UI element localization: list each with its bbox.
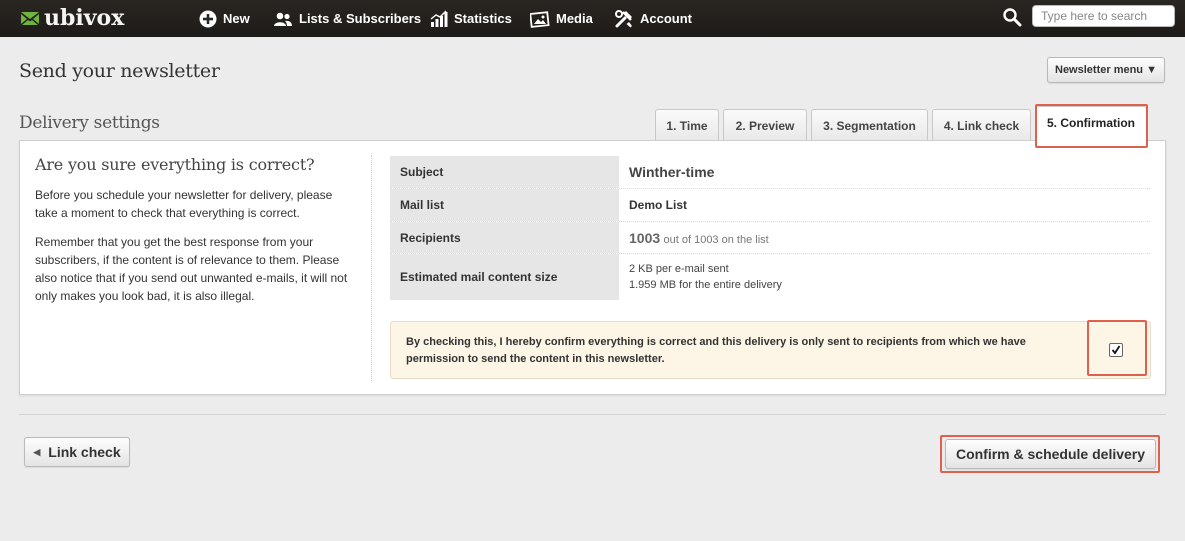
confirmation-panel: Are you sure everything is correct? Befo… [19, 140, 1166, 395]
column-divider [371, 155, 372, 381]
recipients-count: 1003 [629, 229, 661, 246]
ubivox-logo[interactable]: ubivox [20, 5, 124, 31]
image-icon [530, 10, 550, 28]
intro-column: Are you sure everything is correct? Befo… [35, 155, 355, 316]
nav-new[interactable]: New [199, 0, 250, 37]
confirmation-text: By checking this, I hereby confirm every… [406, 336, 1026, 365]
table-row: Recipients 1003 out of 1003 on the list [390, 222, 1150, 254]
search-icon[interactable] [1002, 7, 1022, 27]
subject-value: Winther-time [629, 164, 715, 180]
newsletter-menu-button[interactable]: Newsletter menu ▼ [1047, 57, 1165, 83]
confirm-checkbox[interactable] [1109, 343, 1123, 357]
envelope-logo-icon [21, 12, 39, 25]
delivery-details-table: Subject Winther-time Mail list Demo List… [390, 156, 1150, 300]
nav-media-label: Media [556, 11, 593, 26]
size-per-mail: 2 KB per e-mail sent [629, 263, 729, 275]
nav-new-label: New [223, 11, 250, 26]
plus-circle-icon [199, 10, 217, 27]
tools-icon [615, 9, 632, 27]
nav-account-label: Account [640, 11, 692, 26]
table-row: Estimated mail content size 2 KB per e-m… [390, 254, 1150, 300]
bar-chart-icon [430, 10, 448, 27]
intro-heading: Are you sure everything is correct? [35, 155, 315, 174]
confirm-schedule-button[interactable]: Confirm & schedule delivery [945, 439, 1156, 469]
tab-confirmation[interactable]: 5. Confirmation [1035, 106, 1147, 144]
intro-paragraph-2: Remember that you get the best response … [35, 235, 348, 303]
recipients-value: 1003 out of 1003 on the list [629, 230, 1150, 246]
nav-statistics-label: Statistics [454, 11, 512, 26]
nav-lists-label: Lists & Subscribers [299, 11, 422, 26]
tab-segmentation[interactable]: 3. Segmentation [811, 109, 928, 141]
recipients-note: out of 1003 on the list [663, 233, 769, 246]
intro-paragraph-1: Before you schedule your newsletter for … [35, 188, 333, 220]
size-label: Estimated mail content size [390, 254, 619, 300]
back-button-label: Link check [48, 444, 121, 460]
top-navigation-bar: ubivox New Lists & Subscribers Statistic… [0, 0, 1185, 37]
confirmation-notice: By checking this, I hereby confirm every… [390, 321, 1151, 379]
mail-list-label: Mail list [390, 189, 619, 221]
tab-time[interactable]: 1. Time [655, 109, 719, 141]
search-input[interactable] [1032, 5, 1175, 27]
footer-divider [19, 414, 1166, 415]
mail-list-value: Demo List [629, 198, 688, 212]
brand-name: ubivox [44, 5, 125, 31]
section-title: Delivery settings [19, 113, 160, 133]
table-row: Mail list Demo List [390, 189, 1150, 222]
nav-statistics[interactable]: Statistics [430, 0, 512, 37]
checkmark-icon [1111, 345, 1121, 355]
subject-label: Subject [390, 156, 619, 188]
page-title: Send your newsletter [19, 60, 220, 82]
recipients-label: Recipients [390, 222, 619, 253]
tab-preview[interactable]: 2. Preview [723, 109, 807, 141]
users-icon [274, 12, 292, 26]
nav-account[interactable]: Account [614, 0, 692, 37]
nav-media[interactable]: Media [530, 0, 593, 37]
tab-link-check[interactable]: 4. Link check [932, 109, 1031, 141]
size-total: 1.959 MB for the entire delivery [629, 279, 782, 291]
left-arrow-icon: ◀ [33, 446, 41, 457]
table-row: Subject Winther-time [390, 156, 1150, 189]
nav-lists-subscribers[interactable]: Lists & Subscribers [273, 0, 421, 37]
back-link-check-button[interactable]: ◀ Link check [24, 437, 130, 467]
